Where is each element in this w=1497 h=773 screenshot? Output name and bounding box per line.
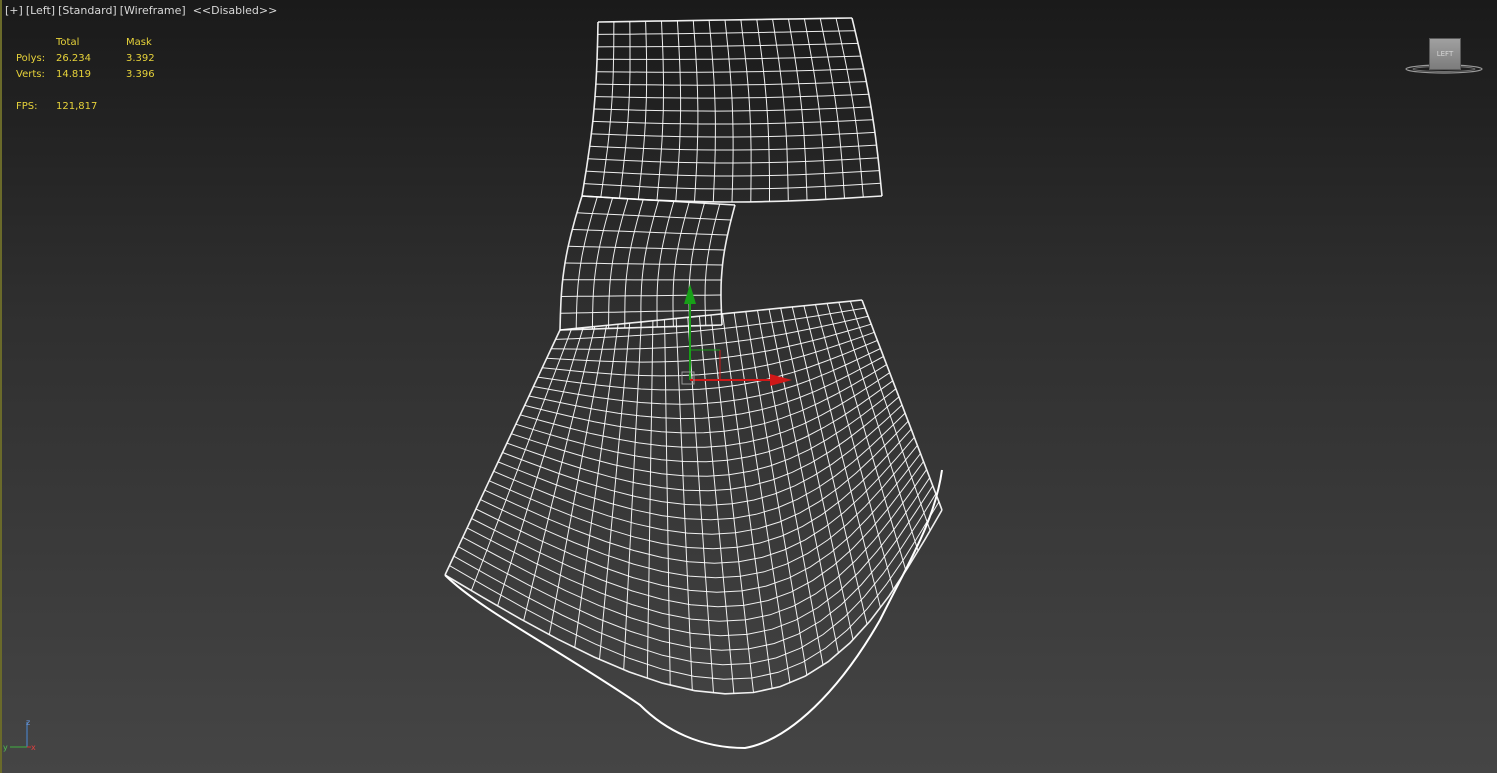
mesh-left-column-v-line [581, 195, 736, 206]
axis-y-label: y [3, 743, 8, 752]
mesh-left-column-u-line [720, 204, 736, 326]
wireframe-mesh[interactable] [0, 0, 1497, 773]
mesh-left-column-v-line [576, 212, 732, 221]
mesh-lower-body-v-line [444, 509, 943, 695]
mesh-lower-body-v-line [471, 461, 924, 608]
3d-viewport[interactable]: [+] [Left] [Standard] [Wireframe] <<Disa… [0, 0, 1497, 773]
mesh-lower-body-v-line [466, 469, 928, 622]
mesh-lower-body-v-line [497, 412, 906, 521]
mesh-lower-body-v-line [537, 339, 878, 391]
axis-tripod-icon: z y x [3, 718, 36, 752]
mesh-lower-body-v-line [520, 372, 890, 448]
axis-z-label: z [26, 718, 30, 727]
axis-x-label: x [31, 743, 36, 752]
mesh-lower-body-v-line [551, 315, 869, 350]
mesh-lower-body-v-line [493, 420, 909, 535]
